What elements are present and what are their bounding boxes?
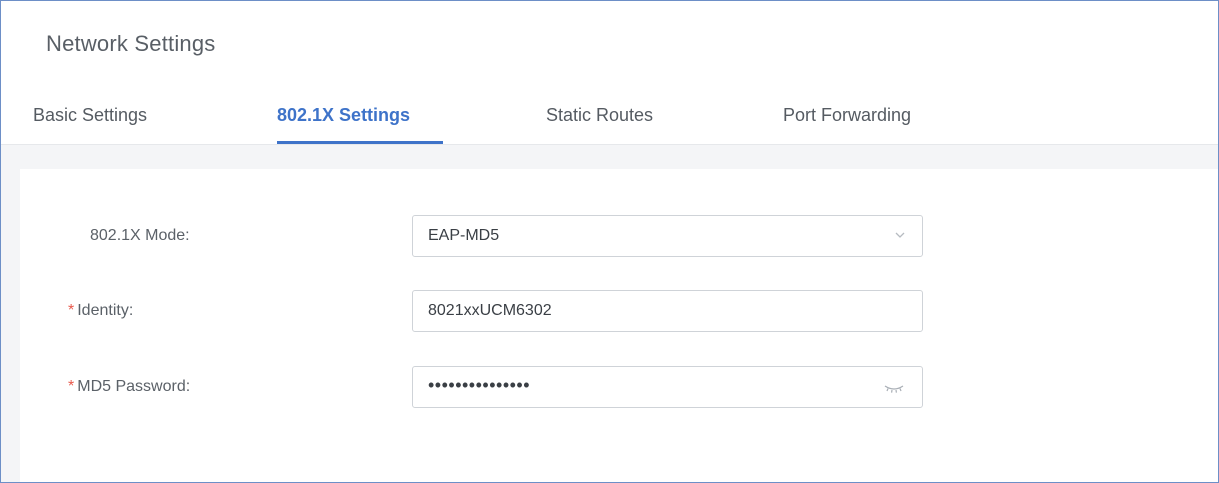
page-header: Network Settings Basic Settings 802.1X S… [1,1,1218,145]
active-tab-indicator [277,141,443,144]
identity-input-value: 8021xxUCM6302 [428,302,552,319]
tab-static-routes[interactable]: Static Routes [546,105,653,126]
mode-select-value: EAP-MD5 [428,227,500,244]
password-masked-value: ••••••••••••••• [428,375,531,395]
password-label: MD5 Password: [77,378,191,395]
mode-row: 802.1X Mode: EAP-MD5 [20,215,1218,259]
mode-select[interactable]: EAP-MD5 [412,215,923,257]
identity-input[interactable]: 8021xxUCM6302 [412,290,923,332]
tab-8021x-settings[interactable]: 802.1X Settings [277,105,410,126]
password-row: * MD5 Password: ••••••••••••••• [20,366,1218,410]
tab-port-forwarding[interactable]: Port Forwarding [783,105,911,126]
eye-closed-icon[interactable] [882,379,906,397]
tab-basic-settings[interactable]: Basic Settings [33,105,147,126]
identity-label-wrap: * Identity: [68,302,133,320]
required-marker: * [68,302,75,319]
chevron-down-icon[interactable] [894,230,906,240]
network-settings-window: Network Settings Basic Settings 802.1X S… [0,0,1219,483]
required-marker: * [68,378,75,395]
page-title: Network Settings [46,31,216,56]
md5-password-input[interactable]: ••••••••••••••• [412,366,923,408]
settings-tabs: Basic Settings 802.1X Settings Static Ro… [1,97,1218,144]
identity-label: Identity: [77,302,134,319]
identity-row: * Identity: 8021xxUCM6302 [20,290,1218,334]
password-label-wrap: * MD5 Password: [68,378,190,396]
settings-form-card: 802.1X Mode: EAP-MD5 * Identity: 8021xxUC… [20,169,1218,482]
mode-label: 802.1X Mode: [90,227,190,244]
